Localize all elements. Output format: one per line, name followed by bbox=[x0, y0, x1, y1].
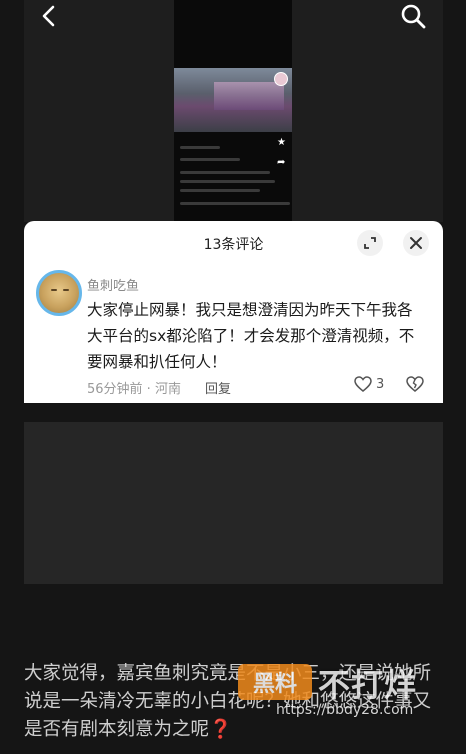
search-icon[interactable] bbox=[400, 3, 426, 29]
comment-text: 大家停止网暴！我只是想澄清因为昨天下午我各大平台的sx都沦陷了！才会发那个澄清视… bbox=[87, 301, 415, 371]
content-placeholder bbox=[24, 422, 443, 584]
dislike-button[interactable] bbox=[406, 376, 424, 396]
thumb-text-line bbox=[180, 189, 260, 192]
reply-button[interactable]: 回复 bbox=[205, 378, 231, 397]
watermark-badge: 黑料 bbox=[238, 664, 312, 700]
close-button[interactable] bbox=[403, 230, 429, 256]
comment-sheet: 13条评论 鱼刺吃鱼 大家停止网暴！我只是想澄清因为昨天下午我各大平台的sx都沦… bbox=[24, 221, 443, 403]
avatar-eye bbox=[51, 289, 57, 291]
comment-username[interactable]: 鱼刺吃鱼 bbox=[87, 275, 139, 294]
like-button[interactable]: 3 bbox=[354, 376, 384, 392]
question-mark-emoji: ❓ bbox=[209, 719, 233, 740]
avatar-eye bbox=[63, 289, 69, 291]
video-avatar bbox=[274, 72, 288, 86]
expand-icon bbox=[364, 237, 376, 249]
chevron-left-icon[interactable] bbox=[38, 4, 62, 28]
video-thumbnail: ★ ➦ bbox=[174, 0, 292, 222]
star-icon: ★ bbox=[277, 137, 286, 148]
comment-timestamp: 56分钟前 · 河南 bbox=[87, 382, 181, 397]
watermark: 黑料 不打烊 https://bbdy28.com bbox=[238, 660, 438, 722]
heart-outline-icon bbox=[354, 376, 372, 392]
watermark-title: 不打烊 bbox=[318, 666, 418, 704]
thumb-text-line bbox=[180, 202, 290, 205]
thumb-text-line bbox=[180, 146, 220, 149]
avatar[interactable] bbox=[36, 270, 82, 316]
close-icon bbox=[410, 237, 422, 249]
share-icon: ➦ bbox=[277, 157, 286, 168]
thumb-text-line bbox=[180, 158, 240, 161]
thumb-text-line bbox=[180, 171, 270, 174]
thumb-text-line bbox=[180, 180, 275, 183]
broken-heart-icon bbox=[406, 376, 424, 392]
video-preview-area[interactable]: ★ ➦ bbox=[24, 0, 443, 222]
expand-button[interactable] bbox=[357, 230, 383, 256]
watermark-url: https://bbdy28.com bbox=[276, 702, 414, 718]
like-count: 3 bbox=[376, 376, 385, 392]
photo-storefront bbox=[214, 82, 284, 110]
